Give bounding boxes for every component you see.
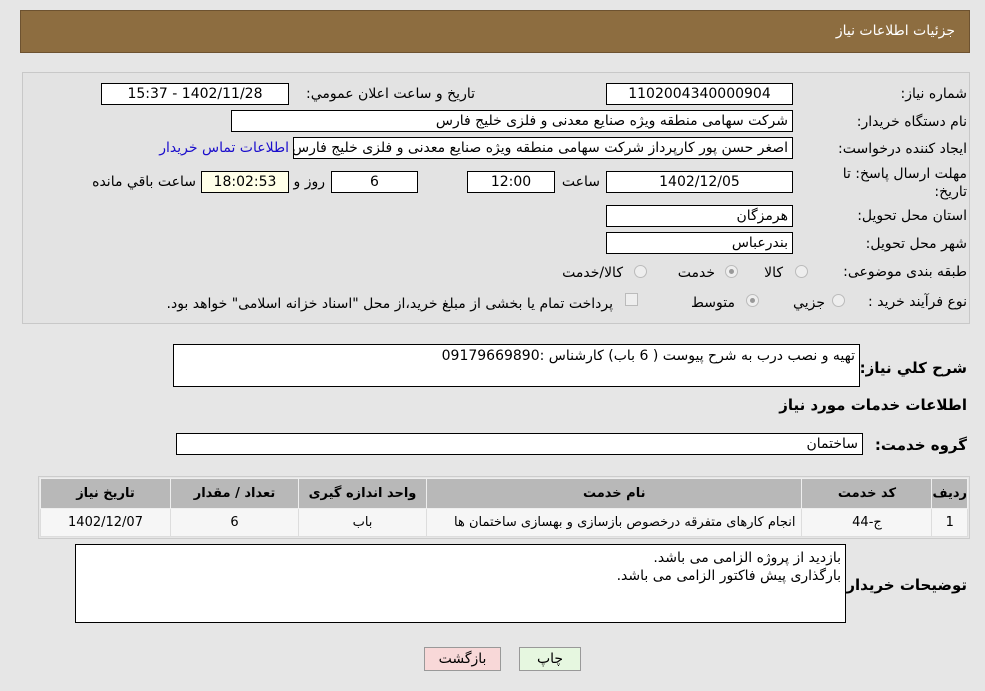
days-field: 6 xyxy=(331,171,418,193)
category-radio-goods[interactable] xyxy=(795,265,808,278)
need-no-label: شماره نیاز: xyxy=(900,86,968,102)
service-group-field: ساختمان xyxy=(176,433,863,455)
col-date: تاریخ نیاز xyxy=(40,478,171,509)
category-label: طبقه بندی موضوعی: xyxy=(843,264,967,280)
buyer-contact-link[interactable]: اطلاعات تماس خریدار xyxy=(159,140,289,156)
col-code: کد خدمت xyxy=(801,478,933,509)
announce-field: 1402/11/28 - 15:37 xyxy=(101,83,289,105)
services-title: اطلاعات خدمات مورد نیاز xyxy=(779,396,967,414)
deadline-date-field: 1402/12/05 xyxy=(606,171,793,193)
deadline-time-field: 12:00 xyxy=(467,171,555,193)
cell-code: ج-44 xyxy=(801,508,933,537)
city-field: بندرعباس xyxy=(606,232,793,254)
process-radio-medium[interactable] xyxy=(746,294,759,307)
cell-qty: 6 xyxy=(170,508,299,537)
category-option-service: خدمت xyxy=(677,265,715,281)
col-row: ردیف xyxy=(931,478,968,509)
deadline-label: مهلت ارسال پاسخ: تا تاریخ: xyxy=(842,166,967,200)
creator-field: اصغر حسن پور کارپرداز شرکت سهامی منطقه و… xyxy=(293,137,793,159)
cell-unit: باب xyxy=(298,508,427,537)
description-textarea[interactable]: تهیه و نصب درب به شرح پیوست ( 6 باب) کار… xyxy=(173,344,860,387)
category-option-goods: کالا xyxy=(764,265,783,281)
payment-note: پرداخت تمام یا بخشی از مبلغ خرید،از محل … xyxy=(166,296,613,312)
cell-name: انجام کارهای متفرقه درخصوص بازسازی و بهس… xyxy=(425,508,803,537)
col-unit: واحد اندازه گیری xyxy=(298,478,427,509)
category-radio-service[interactable] xyxy=(725,265,738,278)
process-radio-minor[interactable] xyxy=(832,294,845,307)
print-button[interactable]: چاپ xyxy=(519,647,581,671)
description-label: شرح کلي نیاز: xyxy=(859,359,967,377)
category-option-goods-service: کالا/خدمت xyxy=(562,265,623,281)
remaining-time-field: 18:02:53 xyxy=(201,171,289,193)
category-radio-goods-service[interactable] xyxy=(634,265,647,278)
announce-label: تاریخ و ساعت اعلان عمومي: xyxy=(306,86,475,102)
table-header-row: ردیف کد خدمت نام خدمت واحد اندازه گیری ت… xyxy=(40,478,968,509)
services-table: ردیف کد خدمت نام خدمت واحد اندازه گیری ت… xyxy=(40,478,968,537)
notes-line: بازدید از پروژه الزامی می باشد. xyxy=(653,550,841,566)
process-option-minor: جزيي xyxy=(793,295,825,311)
time-label: ساعت xyxy=(561,174,600,190)
cell-row: 1 xyxy=(931,508,968,537)
notes-textarea[interactable]: بازدید از پروژه الزامی می باشد. بارگذاری… xyxy=(75,544,846,623)
process-option-medium: متوسط xyxy=(691,295,735,311)
back-button[interactable]: بازگشت xyxy=(424,647,501,671)
service-group-label: گروه خدمت: xyxy=(874,436,967,454)
col-name: نام خدمت xyxy=(425,478,803,509)
buyer-field: شرکت سهامی منطقه ویژه صنایع معدنی و فلزی… xyxy=(231,110,793,132)
process-label: نوع فرآیند خرید : xyxy=(868,294,967,310)
services-table-wrap: ردیف کد خدمت نام خدمت واحد اندازه گیری ت… xyxy=(38,476,970,539)
buyer-label: نام دستگاه خریدار: xyxy=(856,114,967,130)
creator-label: ایجاد کننده درخواست: xyxy=(838,141,967,157)
treasury-checkbox[interactable] xyxy=(625,293,638,306)
province-label: استان محل تحویل: xyxy=(857,208,967,224)
remaining-label: ساعت باقي مانده xyxy=(92,174,196,190)
need-no-field: 1102004340000904 xyxy=(606,83,793,105)
table-row: 1 ج-44 انجام کارهای متفرقه درخصوص بازساز… xyxy=(40,508,968,537)
col-qty: تعداد / مقدار xyxy=(170,478,299,509)
notes-line: بارگذاری پیش فاکتور الزامی می باشد. xyxy=(616,568,841,584)
page-header: جزئیات اطلاعات نیاز xyxy=(20,10,970,53)
notes-label: توضیحات خریدار: xyxy=(840,576,967,594)
cell-date: 1402/12/07 xyxy=(40,508,171,537)
days-label: روز و xyxy=(293,174,326,190)
city-label: شهر محل تحویل: xyxy=(865,236,967,252)
province-field: هرمزگان xyxy=(606,205,793,227)
